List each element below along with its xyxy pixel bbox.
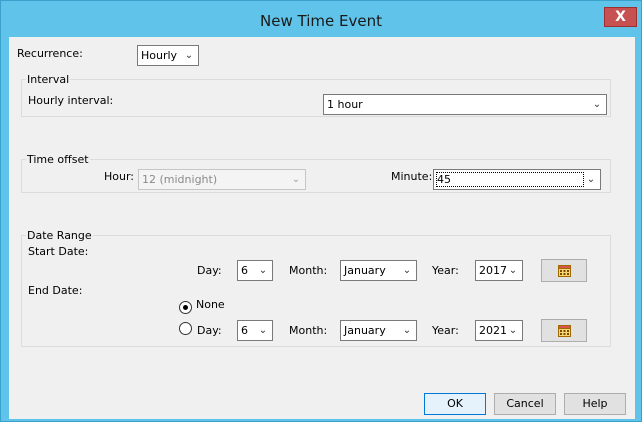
- end-month-value: January: [344, 324, 386, 337]
- start-month-value: January: [344, 264, 386, 277]
- end-year-select[interactable]: 2021 ⌄: [475, 320, 523, 341]
- start-year-select[interactable]: 2017 ⌄: [475, 260, 523, 281]
- close-button[interactable]: X: [604, 7, 637, 27]
- interval-group-title: Interval: [26, 73, 71, 86]
- cancel-button[interactable]: Cancel: [494, 393, 556, 415]
- start-day-value: 6: [241, 264, 248, 277]
- start-date-label: Start Date:: [28, 245, 89, 258]
- start-month-label: Month:: [289, 264, 328, 277]
- end-none-radio[interactable]: [179, 301, 192, 314]
- calendar-icon: [558, 265, 571, 277]
- new-time-event-dialog: New Time Event X Recurrence: Hourly ⌄ In…: [0, 0, 642, 422]
- start-year-value: 2017: [479, 264, 507, 277]
- chevron-down-icon: ⌄: [586, 174, 596, 185]
- hourly-interval-select[interactable]: 1 hour ⌄: [323, 94, 607, 115]
- dialog-client-area: Recurrence: Hourly ⌄ Interval Hourly int…: [9, 37, 635, 419]
- end-month-select[interactable]: January ⌄: [340, 320, 417, 341]
- focus-indicator: [436, 172, 584, 187]
- chevron-down-icon: ⌄: [402, 325, 412, 336]
- chevron-down-icon: ⌄: [592, 99, 602, 110]
- start-date-calendar-button[interactable]: [541, 259, 587, 282]
- date-range-group-title: Date Range: [26, 229, 93, 242]
- minute-label: Minute:: [391, 170, 433, 183]
- end-month-label: Month:: [289, 324, 328, 337]
- end-none-label: None: [196, 298, 225, 311]
- time-offset-group-title: Time offset: [26, 153, 90, 166]
- start-month-select[interactable]: January ⌄: [340, 260, 417, 281]
- end-year-value: 2021: [479, 324, 507, 337]
- recurrence-label: Recurrence:: [17, 47, 83, 60]
- hourly-interval-value: 1 hour: [327, 98, 363, 111]
- start-day-select[interactable]: 6 ⌄: [237, 260, 273, 281]
- chevron-down-icon: ⌄: [508, 325, 518, 336]
- start-year-label: Year:: [432, 264, 459, 277]
- hour-label: Hour:: [104, 170, 135, 183]
- hour-value: 12 (midnight): [142, 173, 218, 186]
- close-icon: X: [615, 9, 626, 25]
- minute-value: 45: [437, 173, 451, 186]
- end-year-label: Year:: [432, 324, 459, 337]
- chevron-down-icon: ⌄: [291, 174, 301, 185]
- end-date-calendar-button[interactable]: [541, 319, 587, 342]
- recurrence-value: Hourly: [141, 49, 178, 62]
- help-button[interactable]: Help: [564, 393, 626, 415]
- end-day-value: 6: [241, 324, 248, 337]
- end-day-select[interactable]: 6 ⌄: [237, 320, 273, 341]
- minute-select[interactable]: 45 ⌄: [433, 169, 601, 190]
- ok-button[interactable]: OK: [424, 393, 486, 415]
- end-day-label: Day:: [197, 324, 222, 337]
- end-date-label: End Date:: [28, 284, 83, 297]
- dialog-title: New Time Event: [260, 12, 382, 30]
- start-day-label: Day:: [197, 264, 222, 277]
- chevron-down-icon: ⌄: [258, 265, 268, 276]
- calendar-icon: [558, 325, 571, 337]
- recurrence-select[interactable]: Hourly ⌄: [137, 45, 199, 66]
- chevron-down-icon: ⌄: [508, 265, 518, 276]
- chevron-down-icon: ⌄: [258, 325, 268, 336]
- chevron-down-icon: ⌄: [184, 50, 194, 61]
- hour-select[interactable]: 12 (midnight) ⌄: [138, 169, 306, 190]
- chevron-down-icon: ⌄: [402, 265, 412, 276]
- end-date-radio[interactable]: [179, 322, 192, 335]
- hourly-interval-label: Hourly interval:: [28, 94, 114, 107]
